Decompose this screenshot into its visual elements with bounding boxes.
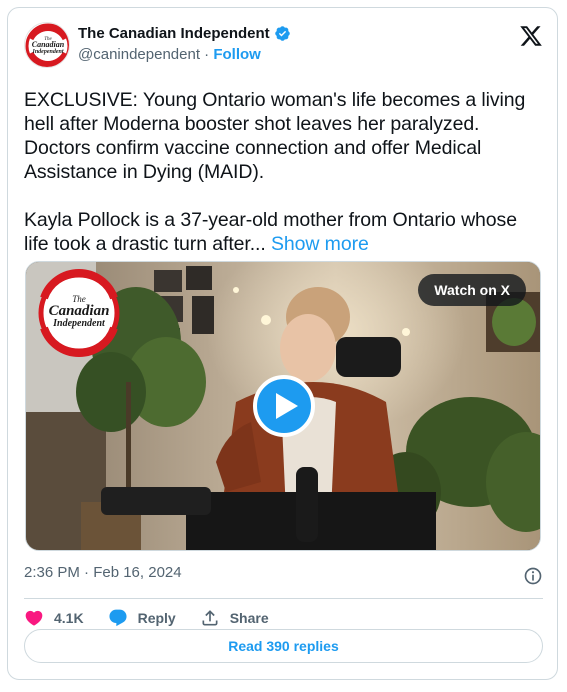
heart-icon: [25, 610, 43, 626]
svg-text:Canadian: Canadian: [32, 40, 65, 49]
tweet-meta: 2:36 PM · Feb 16, 2024: [24, 564, 543, 588]
actions-divider: [24, 598, 543, 599]
handle-separator: ·: [204, 46, 210, 63]
tweet-header: The Canadian Independent The Canadian In…: [24, 22, 543, 72]
play-button[interactable]: [253, 375, 315, 437]
tweet-card: The Canadian Independent The Canadian In…: [7, 7, 558, 680]
svg-text:Independent: Independent: [52, 318, 106, 329]
tweet-actions: 4.1K Reply Share: [24, 606, 293, 630]
follow-button[interactable]: Follow: [213, 46, 261, 63]
video-player[interactable]: The Canadian Independent Watch on X: [25, 261, 541, 551]
read-replies-button[interactable]: Read 390 replies: [24, 629, 543, 663]
info-icon[interactable]: [523, 566, 543, 586]
tweet-timestamp[interactable]: 2:36 PM · Feb 16, 2024: [24, 564, 182, 581]
svg-text:Independent: Independent: [31, 49, 63, 55]
play-icon: [275, 393, 298, 419]
author-info: The Canadian Independent @canindependent…: [78, 25, 291, 63]
show-more-link[interactable]: Show more: [271, 233, 369, 255]
share-label: Share: [229, 610, 269, 626]
canadian-independent-watermark-icon: The Canadian Independent: [38, 269, 120, 357]
tweet-paragraph-2: Kayla Pollock is a 37-year-old mother fr…: [24, 208, 544, 256]
watch-on-x-button[interactable]: Watch on X: [418, 274, 526, 306]
like-button[interactable]: 4.1K: [24, 608, 84, 628]
tweet-paragraph-1: EXCLUSIVE: Young Ontario woman's life be…: [24, 89, 526, 183]
reply-button[interactable]: Reply: [108, 608, 176, 628]
svg-text:Canadian: Canadian: [49, 303, 110, 319]
x-logo-icon[interactable]: [519, 24, 543, 48]
share-button[interactable]: Share: [200, 608, 269, 628]
tweet-text: EXCLUSIVE: Young Ontario woman's life be…: [24, 88, 544, 256]
reply-bubble-icon: [109, 609, 127, 627]
author-handle[interactable]: @canindependent: [78, 46, 200, 63]
author-avatar[interactable]: The Canadian Independent: [24, 22, 70, 68]
like-count: 4.1K: [54, 610, 84, 626]
share-upload-icon: [202, 610, 218, 626]
canadian-independent-logo-icon: The Canadian Independent: [25, 23, 69, 67]
verified-badge-icon: [274, 26, 290, 41]
author-name[interactable]: The Canadian Independent: [78, 25, 270, 42]
reply-label: Reply: [137, 610, 176, 626]
